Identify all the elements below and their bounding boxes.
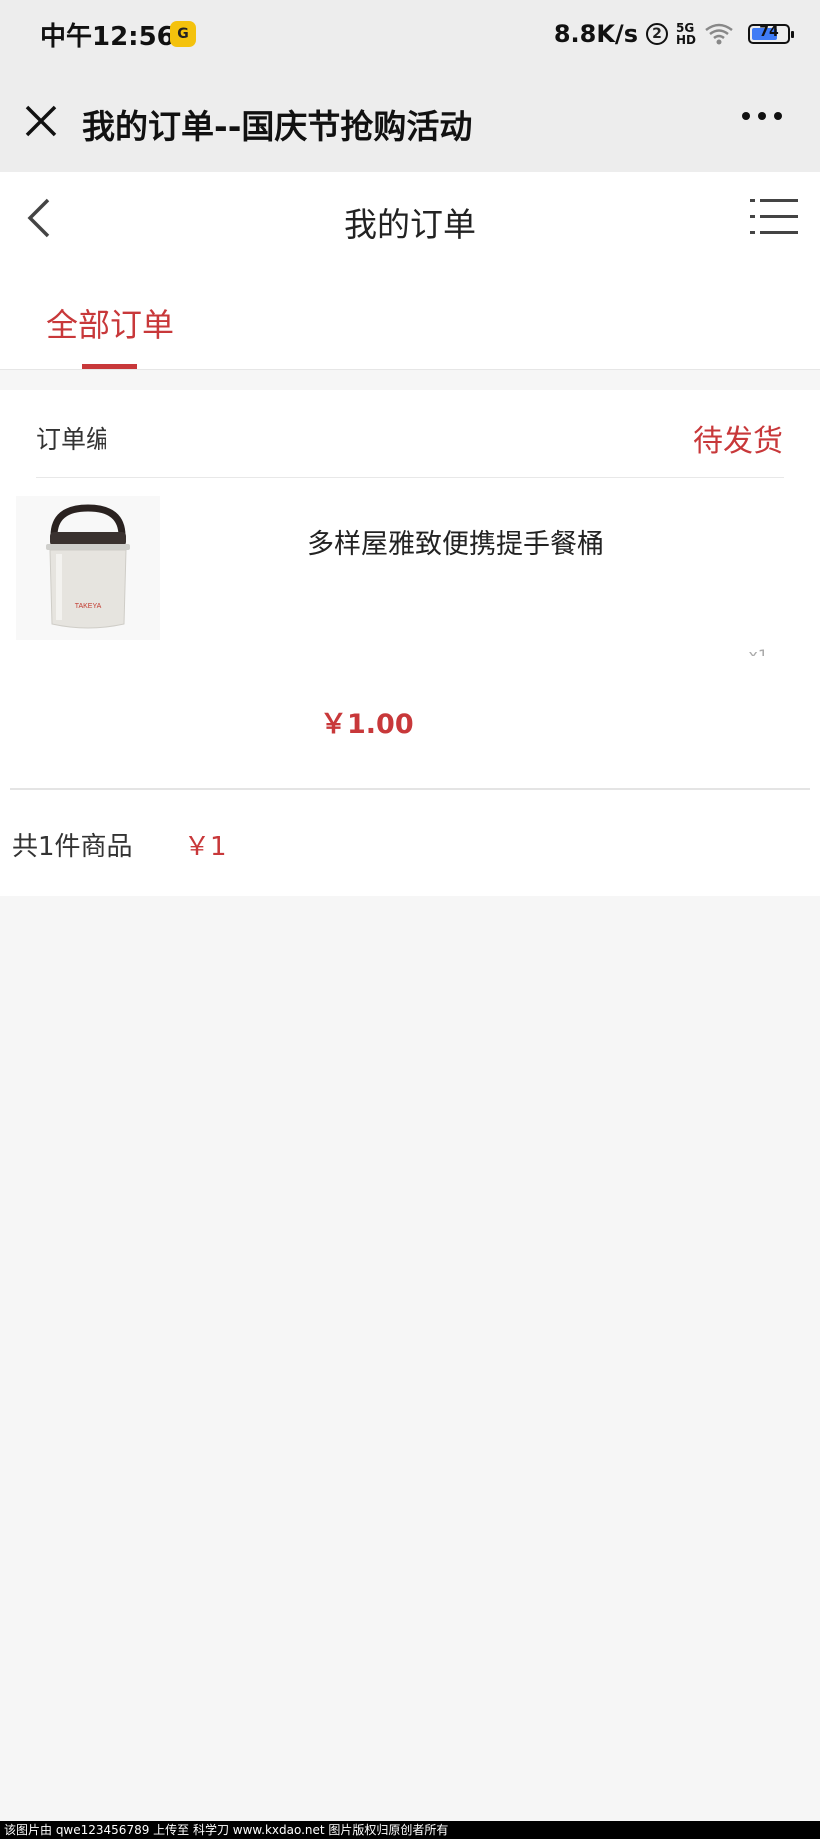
close-icon[interactable] [22, 102, 60, 140]
status-indicators: 8.8K/s 2 5G HD 74 [553, 14, 794, 54]
battery-icon: 74 [748, 24, 794, 44]
battery-tip [791, 31, 794, 38]
tab-all-orders[interactable]: 全部订单 [46, 300, 174, 346]
menu-list-icon[interactable] [750, 196, 798, 238]
order-tabs: 全部订单 [0, 264, 820, 370]
wechat-title-bar: 我的订单--国庆节抢购活动 [0, 70, 820, 172]
more-dot [758, 112, 766, 120]
summary-total: ￥1 [184, 832, 227, 862]
summary-divider [10, 788, 810, 790]
more-icon[interactable] [742, 112, 782, 120]
product-image[interactable]: TAKEYA [16, 496, 160, 640]
order-number-label: 订单编 [36, 425, 106, 454]
status-bar: 中午12:56 G 8.8K/s 2 5G HD 74 [0, 0, 820, 70]
order-status: 待发货 [693, 424, 783, 459]
product-brand-mark: TAKEYA [75, 603, 102, 610]
status-time: 中午12:56 [40, 22, 175, 52]
more-dot [742, 112, 750, 120]
tab-active-indicator [82, 364, 137, 369]
net-speed: 8.8K/s [553, 20, 638, 48]
app-notification-icon: G [170, 21, 196, 47]
summary-count: 共1件商品 [12, 832, 133, 862]
network-type-icon: 5G HD [676, 22, 696, 46]
more-dot [774, 112, 782, 120]
order-divider [36, 477, 784, 478]
watermark: 该图片由 qwe123456789 上传至 科学刀 www.kxdao.net … [0, 1821, 820, 1839]
sim-icon: 2 [645, 23, 668, 45]
product-price: ￥1.00 [320, 709, 414, 740]
wechat-page-title: 我的订单--国庆节抢购活动 [82, 107, 473, 146]
product-quantity: x1 [748, 646, 768, 656]
page-header: 我的订单 [0, 172, 820, 264]
network-type-bottom: HD [675, 33, 696, 47]
wifi-icon [705, 23, 733, 45]
battery-level: 74 [759, 24, 779, 40]
order-card[interactable]: 订单编 待发货 TAKEYA 多样屋雅致便携提手餐桶 x1 ￥1.00 共1件商… [0, 390, 820, 896]
product-name: 多样屋雅致便携提手餐桶 [307, 529, 604, 560]
page-title: 我的订单 [344, 205, 476, 244]
